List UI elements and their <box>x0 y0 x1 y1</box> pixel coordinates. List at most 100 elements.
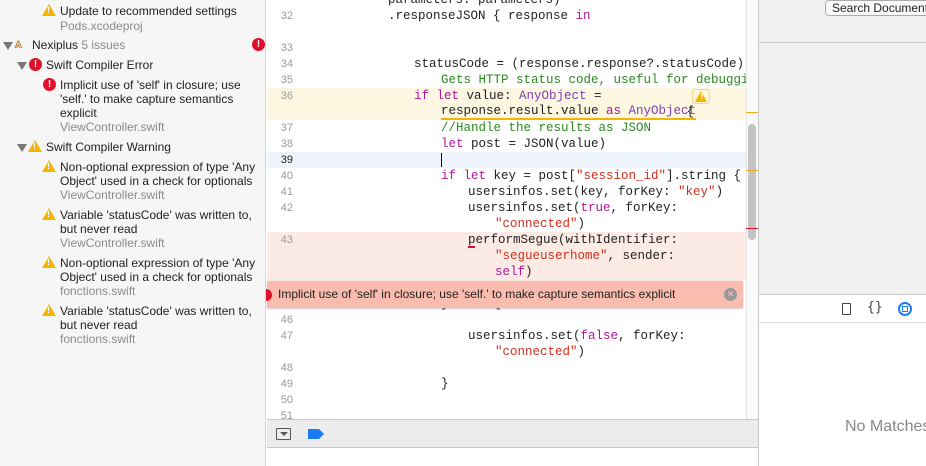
warning-issue[interactable]: Non-optional expression of type 'Any Obj… <box>60 160 255 202</box>
line-number: 46 <box>280 314 293 326</box>
issue-file: Pods.xcodeproj <box>60 19 143 33</box>
project-name: Nexiplus <box>32 38 79 52</box>
line-number: 40 <box>280 170 293 182</box>
error-icon: ! <box>43 78 56 91</box>
code-line: let post = JSON(value) <box>441 137 607 151</box>
line-number: 33 <box>280 42 293 54</box>
current-line-highlight <box>267 152 746 168</box>
warning-issue[interactable]: Variable 'statusCode' was written to, bu… <box>60 208 252 250</box>
line-number: 48 <box>280 362 293 374</box>
line-number: 38 <box>280 138 293 150</box>
disclosure-triangle-icon[interactable] <box>3 42 13 50</box>
object-library-icon[interactable] <box>898 302 912 316</box>
issue-text: but never read <box>60 318 138 332</box>
line-number: 51 <box>280 410 293 419</box>
error-icon: ! <box>29 58 42 71</box>
code-line: usersinfos.set(false, forKey: <box>468 329 686 343</box>
quick-help-area: Search Documentation <box>759 0 926 295</box>
warning-icon <box>42 208 56 220</box>
search-documentation-button[interactable]: Search Documentation <box>825 0 926 16</box>
scrollbar-thumb[interactable] <box>748 124 756 240</box>
utilities-panel: Search Documentation {} No Matches <box>758 0 926 466</box>
line-number: 37 <box>280 122 293 134</box>
line-number: 43 <box>280 234 293 246</box>
error-icon <box>266 289 272 301</box>
code-line: if let value: AnyObject = <box>414 89 602 103</box>
error-underline <box>468 246 475 248</box>
warning-badge[interactable] <box>692 89 710 104</box>
error-icon: ! <box>252 38 265 51</box>
issue-navigator: Update to recommended settings Pods.xcod… <box>0 0 266 466</box>
code-line: parameters: parameters) <box>388 0 561 7</box>
line-number: 39 <box>280 154 293 166</box>
warning-icon <box>42 256 56 268</box>
issue-text: Variable 'statusCode' was written to, <box>60 304 252 318</box>
disclosure-triangle-icon[interactable] <box>17 62 27 70</box>
code-line: if let key = post["session_id"].string { <box>441 169 742 183</box>
warning-icon <box>42 160 56 172</box>
line-number: 47 <box>280 330 293 342</box>
code-line: "segueuserhome", sender: <box>495 249 676 263</box>
error-issue[interactable]: Implicit use of 'self' in closure; use '… <box>60 78 241 134</box>
code-line-error: performSegue(withIdentifier: <box>468 233 679 247</box>
warning-icon <box>42 4 56 16</box>
code-line: self) <box>495 265 533 279</box>
issue-file: ViewController.swift <box>60 120 165 134</box>
xcode-project-icon: ⩓ <box>14 35 23 52</box>
disclosure-triangle-icon[interactable] <box>17 144 27 152</box>
line-number: 34 <box>280 58 293 70</box>
file-template-icon[interactable] <box>842 303 851 315</box>
line-number: 42 <box>280 202 293 214</box>
warning-icon <box>28 140 42 152</box>
debug-bar <box>267 419 758 448</box>
line-number: 35 <box>280 74 293 86</box>
warning-issue[interactable]: Variable 'statusCode' was written to, bu… <box>60 304 252 346</box>
line-number: 36 <box>280 90 293 102</box>
line-number: 50 <box>280 394 293 406</box>
inline-error-message[interactable]: Implicit use of 'self' in closure; use '… <box>266 281 743 308</box>
issue-file: ViewController.swift <box>60 236 165 250</box>
issue-text: Non-optional expression of type 'Any <box>60 256 256 270</box>
code-line: "connected") <box>495 345 586 359</box>
issue-text: Object' used in a check for optionals <box>60 174 253 188</box>
error-group[interactable]: Swift Compiler Error <box>46 58 153 72</box>
code-text: { <box>679 105 695 119</box>
code-line: "connected") <box>495 217 586 231</box>
code-line: .responseJSON { response in <box>388 9 591 23</box>
close-icon[interactable]: × <box>724 288 737 301</box>
hide-debug-area-icon[interactable] <box>276 428 291 440</box>
issue-text: 'self.' to make capture semantics <box>60 92 234 106</box>
no-matches-label: No Matches <box>845 418 926 435</box>
issue-text: Variable 'statusCode' was written to, <box>60 208 252 222</box>
issue-text: Non-optional expression of type 'Any <box>60 160 256 174</box>
code-comment: //Handle the results as JSON <box>441 121 652 135</box>
issue-text: Object' used in a check for optionals <box>60 270 253 284</box>
code-line: statusCode = (response.response?.statusC… <box>414 57 746 71</box>
breakpoints-icon[interactable] <box>308 429 324 439</box>
warning-issue[interactable]: Non-optional expression of type 'Any Obj… <box>60 256 255 298</box>
code-comment: Gets HTTP status code, useful for debugg… <box>441 73 746 87</box>
text-cursor <box>441 153 442 167</box>
warning-icon <box>42 304 56 316</box>
code-line-warning: response.result.value as AnyObject <box>441 104 697 120</box>
error-text: Implicit use of 'self' in closure; use '… <box>278 287 676 301</box>
warning-marker[interactable] <box>746 112 758 113</box>
line-number: 49 <box>280 378 293 390</box>
issue-file: fonctions.swift <box>60 332 136 346</box>
warning-group[interactable]: Swift Compiler Warning <box>46 140 171 154</box>
code-editor[interactable]: 32 33 34 35 36 37 38 39 40 41 42 43 46 4… <box>267 0 746 419</box>
code-line: usersinfos.set(key, forKey: "key") <box>468 185 724 199</box>
issue-text: Implicit use of 'self' in closure; use <box>60 78 241 92</box>
issue-file: fonctions.swift <box>60 284 136 298</box>
project-row[interactable]: Nexiplus 5 issues <box>32 38 125 52</box>
issue-title[interactable]: Update to recommended settings <box>60 4 237 18</box>
code-snippet-icon[interactable]: {} <box>867 300 883 315</box>
issue-text: explicit <box>60 106 97 120</box>
code-line: } <box>441 377 449 391</box>
error-marker[interactable] <box>746 228 758 229</box>
line-number: 41 <box>280 186 293 198</box>
line-number: 32 <box>280 10 293 22</box>
code-line: usersinfos.set(true, forKey: <box>468 201 679 215</box>
issue-text: but never read <box>60 222 138 236</box>
warning-marker[interactable] <box>746 170 758 171</box>
